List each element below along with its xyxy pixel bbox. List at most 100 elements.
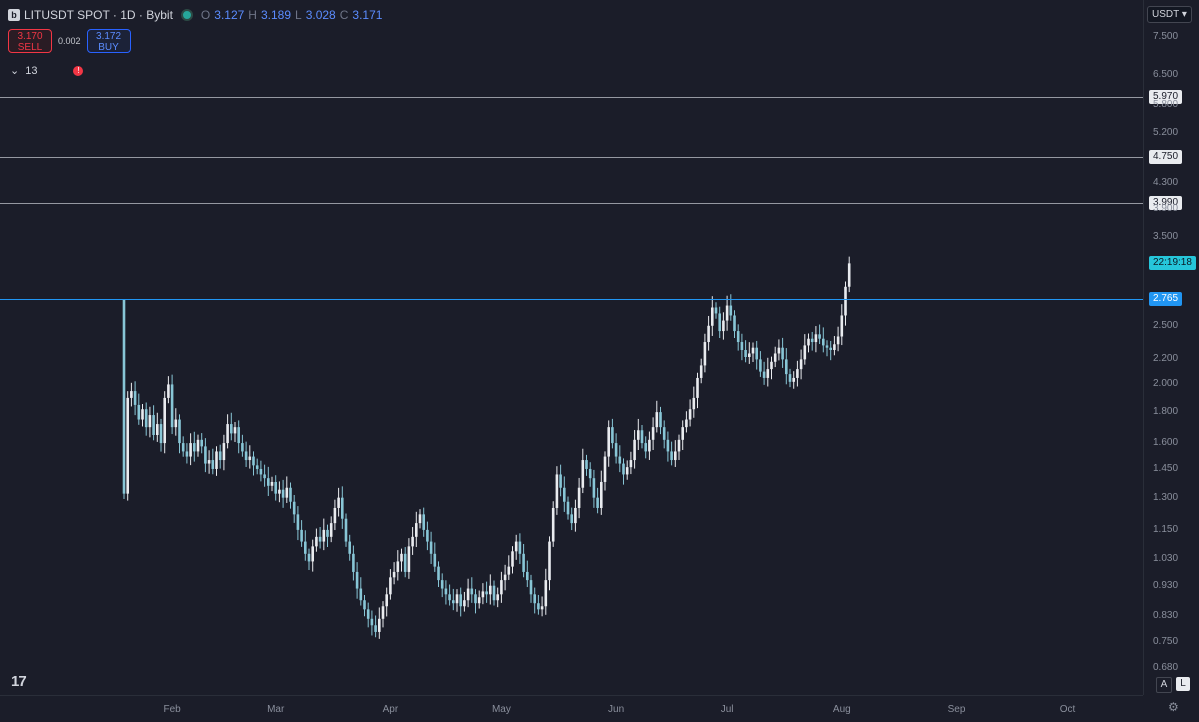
candle-body: [429, 541, 433, 554]
horizontal-level-line[interactable]: [0, 203, 1143, 204]
candle-body: [785, 359, 788, 375]
candle-body: [814, 334, 818, 343]
candle-body: [230, 424, 233, 434]
candle-body: [622, 463, 625, 475]
candle-body: [463, 600, 466, 607]
candle-body: [755, 347, 758, 360]
candle-body: [137, 404, 141, 420]
price-tick-label: 0.830: [1153, 609, 1179, 621]
candle-body: [625, 467, 629, 475]
candle-body: [252, 456, 255, 466]
candle-body: [296, 514, 300, 530]
auto-scale-button[interactable]: A: [1156, 677, 1172, 693]
candle-body: [847, 263, 851, 287]
indicators-toggle[interactable]: ⌄ 13 !: [10, 64, 84, 77]
candle-body: [674, 451, 677, 461]
candle-body: [740, 342, 744, 350]
candle-body: [355, 571, 359, 589]
candle-body: [637, 430, 640, 440]
candle-body: [196, 439, 200, 452]
candle-body: [770, 361, 773, 370]
candle-body: [685, 419, 688, 428]
candle-body: [744, 349, 747, 357]
price-tick-label: 1.150: [1153, 523, 1179, 535]
candle-body: [537, 603, 540, 610]
candle-body: [844, 286, 847, 316]
candle-body: [466, 588, 470, 601]
warning-icon[interactable]: !: [73, 65, 84, 76]
candle-body: [611, 427, 614, 444]
price-tick-label: 0.750: [1153, 636, 1179, 648]
candle-body: [222, 443, 226, 461]
symbol-legend[interactable]: b LITUSDT SPOT · 1D · Bybit O 3.127 H 3.18…: [8, 8, 382, 22]
candle-body: [529, 580, 533, 595]
tradingview-logo-icon[interactable]: 17: [11, 673, 27, 690]
candle-body: [729, 305, 733, 316]
buy-button[interactable]: 3.172 BUY: [86, 29, 131, 53]
price-tick-label: 0.930: [1153, 579, 1179, 591]
candle-body: [452, 600, 455, 604]
candle-body: [326, 529, 329, 537]
candle-body: [148, 415, 152, 428]
candle-body: [200, 439, 203, 447]
candle-body: [836, 336, 840, 345]
ohlc-low-value: 3.028: [305, 8, 336, 22]
horizontal-level-line[interactable]: [0, 97, 1143, 98]
candle-body: [596, 497, 599, 508]
horizontal-level-line[interactable]: [0, 157, 1143, 158]
candle-body: [588, 468, 592, 479]
candle-body: [300, 529, 303, 542]
price-tick-label: 6.500: [1153, 68, 1179, 80]
horizontal-level-line[interactable]: [0, 299, 1143, 300]
market-status-icon: [180, 9, 193, 21]
candle-body: [822, 338, 825, 346]
candle-body: [555, 474, 559, 508]
buy-price: 3.172: [96, 31, 122, 42]
level-price-tag[interactable]: 2.765: [1149, 292, 1183, 306]
ohlc-high-key: H: [248, 8, 257, 22]
candle-body: [422, 514, 425, 530]
log-scale-button[interactable]: L: [1176, 677, 1190, 691]
candle-body: [833, 344, 836, 350]
candle-body: [799, 359, 803, 370]
candle-body: [481, 591, 485, 598]
candle-body: [333, 507, 337, 524]
candle-body: [396, 561, 400, 572]
sell-button[interactable]: 3.170 SELL: [8, 29, 52, 53]
candle-body: [311, 546, 314, 562]
candle-body: [759, 359, 762, 372]
candle-body: [407, 546, 411, 572]
candle-body: [725, 305, 729, 321]
price-scale[interactable]: USDT ▾ 5.970 4.750 3.990 2.765 7.500 6.500 5.8…: [1143, 0, 1199, 695]
price-tick-label: 3.900: [1153, 202, 1179, 214]
time-tick-label: May: [491, 704, 511, 715]
gear-icon[interactable]: ⚙: [1168, 700, 1179, 714]
chevron-down-icon: ⌄: [10, 65, 20, 77]
candle-body: [766, 369, 770, 378]
candle-body: [174, 419, 178, 428]
price-tick-label: 1.450: [1153, 462, 1179, 474]
candle-body: [825, 345, 829, 348]
candle-body: [711, 307, 714, 326]
bar-countdown-tag: 22:19:18: [1149, 256, 1196, 271]
candle-body: [474, 594, 477, 604]
candle-body: [733, 315, 736, 332]
candle-body: [440, 580, 444, 589]
candle-body: [492, 585, 496, 601]
candle-body: [648, 439, 651, 452]
currency-selector[interactable]: USDT ▾: [1147, 6, 1192, 23]
candlestick-chart[interactable]: [0, 0, 1143, 695]
time-scale[interactable]: Feb Mar Apr May Jun Jul Aug Sep Oct: [0, 695, 1143, 722]
time-tick-label: Oct: [1059, 704, 1076, 715]
candle-body: [570, 514, 573, 524]
candle-body: [670, 451, 673, 461]
candle-body: [185, 451, 189, 457]
indicator-count: 13: [25, 64, 38, 77]
candle-body: [748, 353, 751, 357]
level-price-tag[interactable]: 4.750: [1149, 150, 1183, 164]
candle-body: [651, 427, 655, 440]
candle-body: [718, 313, 721, 332]
sell-price: 3.170: [17, 31, 43, 42]
time-tick-label: Feb: [163, 704, 181, 715]
candle-body: [426, 529, 429, 542]
